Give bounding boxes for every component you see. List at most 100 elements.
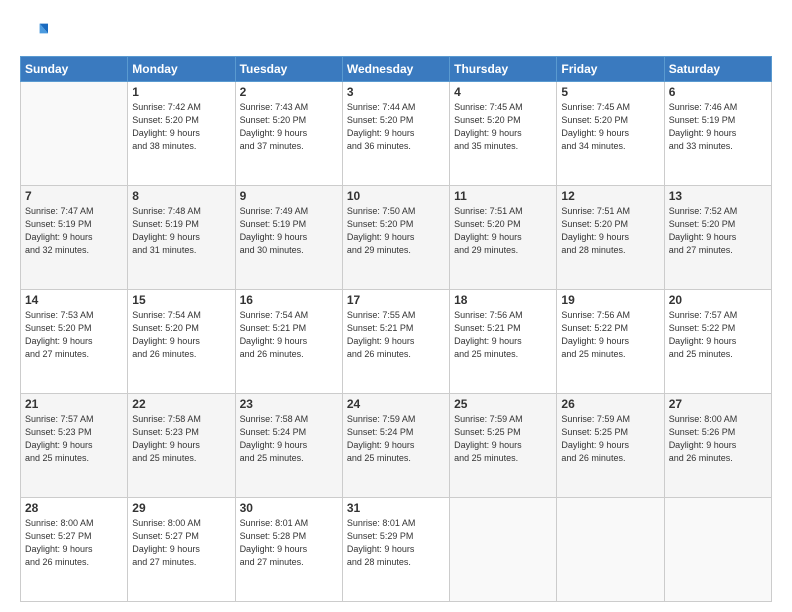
day-info: Sunrise: 7:56 AM Sunset: 5:21 PM Dayligh…	[454, 309, 552, 361]
day-number: 12	[561, 189, 659, 203]
day-info: Sunrise: 7:59 AM Sunset: 5:25 PM Dayligh…	[454, 413, 552, 465]
calendar-cell: 8Sunrise: 7:48 AM Sunset: 5:19 PM Daylig…	[128, 186, 235, 290]
calendar-cell: 23 Sunrise: 7:58 AM Sunset: 5:24 PM Dayli…	[235, 394, 342, 498]
calendar-cell: 15 Sunrise: 7:54 AM Sunset: 5:20 PM Dayli…	[128, 290, 235, 394]
day-info: Sunrise: 7:58 AM Sunset: 5:23 PM Dayligh…	[132, 413, 230, 465]
day-info: Sunrise: 7:56 AM Sunset: 5:22 PM Dayligh…	[561, 309, 659, 361]
calendar-cell: 13Sunrise: 7:52 AM Sunset: 5:20 PM Dayli…	[664, 186, 771, 290]
logo	[20, 18, 52, 46]
calendar-cell: 31 Sunrise: 8:01 AM Sunset: 5:29 PM Dayli…	[342, 498, 449, 602]
calendar-cell: 29 Sunrise: 8:00 AM Sunset: 5:27 PM Dayli…	[128, 498, 235, 602]
day-info: Sunrise: 7:55 AM Sunset: 5:21 PM Dayligh…	[347, 309, 445, 361]
day-number: 25	[454, 397, 552, 411]
day-number: 11	[454, 189, 552, 203]
calendar-cell: 20 Sunrise: 7:57 AM Sunset: 5:22 PM Dayli…	[664, 290, 771, 394]
day-info: Sunrise: 7:54 AM Sunset: 5:21 PM Dayligh…	[240, 309, 338, 361]
day-info: Sunrise: 7:49 AM Sunset: 5:19 PM Dayligh…	[240, 205, 338, 257]
day-number: 4	[454, 85, 552, 99]
calendar-cell: 18Sunrise: 7:56 AM Sunset: 5:21 PM Dayli…	[450, 290, 557, 394]
calendar-cell: 30Sunrise: 8:01 AM Sunset: 5:28 PM Dayli…	[235, 498, 342, 602]
day-info: Sunrise: 7:51 AM Sunset: 5:20 PM Dayligh…	[454, 205, 552, 257]
day-info: Sunrise: 7:45 AM Sunset: 5:20 PM Dayligh…	[454, 101, 552, 153]
page: SundayMondayTuesdayWednesdayThursdayFrid…	[0, 0, 792, 612]
calendar-cell: 17 Sunrise: 7:55 AM Sunset: 5:21 PM Dayli…	[342, 290, 449, 394]
weekday-header-tuesday: Tuesday	[235, 57, 342, 82]
calendar-cell: 25 Sunrise: 7:59 AM Sunset: 5:25 PM Dayli…	[450, 394, 557, 498]
day-number: 15	[132, 293, 230, 307]
calendar-cell: 21 Sunrise: 7:57 AM Sunset: 5:23 PM Dayli…	[21, 394, 128, 498]
day-number: 2	[240, 85, 338, 99]
day-number: 27	[669, 397, 767, 411]
day-number: 30	[240, 501, 338, 515]
calendar-table: SundayMondayTuesdayWednesdayThursdayFrid…	[20, 56, 772, 602]
calendar-cell: 26 Sunrise: 7:59 AM Sunset: 5:25 PM Dayli…	[557, 394, 664, 498]
calendar-cell	[664, 498, 771, 602]
calendar-cell: 12 Sunrise: 7:51 AM Sunset: 5:20 PM Dayli…	[557, 186, 664, 290]
calendar-cell: 5 Sunrise: 7:45 AM Sunset: 5:20 PM Daylig…	[557, 82, 664, 186]
week-row-2: 7Sunrise: 7:47 AM Sunset: 5:19 PM Daylig…	[21, 186, 772, 290]
day-number: 14	[25, 293, 123, 307]
day-number: 16	[240, 293, 338, 307]
day-number: 10	[347, 189, 445, 203]
day-number: 8	[132, 189, 230, 203]
day-number: 1	[132, 85, 230, 99]
weekday-header-friday: Friday	[557, 57, 664, 82]
day-number: 29	[132, 501, 230, 515]
calendar-cell: 14Sunrise: 7:53 AM Sunset: 5:20 PM Dayli…	[21, 290, 128, 394]
calendar-cell: 28 Sunrise: 8:00 AM Sunset: 5:27 PM Dayli…	[21, 498, 128, 602]
calendar-cell: 24Sunrise: 7:59 AM Sunset: 5:24 PM Dayli…	[342, 394, 449, 498]
day-info: Sunrise: 8:01 AM Sunset: 5:29 PM Dayligh…	[347, 517, 445, 569]
calendar-cell: 19 Sunrise: 7:56 AM Sunset: 5:22 PM Dayli…	[557, 290, 664, 394]
calendar-cell: 4 Sunrise: 7:45 AM Sunset: 5:20 PM Daylig…	[450, 82, 557, 186]
day-number: 5	[561, 85, 659, 99]
calendar-cell	[557, 498, 664, 602]
day-info: Sunrise: 7:47 AM Sunset: 5:19 PM Dayligh…	[25, 205, 123, 257]
day-info: Sunrise: 8:00 AM Sunset: 5:27 PM Dayligh…	[132, 517, 230, 569]
weekday-header-sunday: Sunday	[21, 57, 128, 82]
day-info: Sunrise: 7:57 AM Sunset: 5:23 PM Dayligh…	[25, 413, 123, 465]
weekday-header-monday: Monday	[128, 57, 235, 82]
day-info: Sunrise: 7:57 AM Sunset: 5:22 PM Dayligh…	[669, 309, 767, 361]
week-row-1: 1 Sunrise: 7:42 AM Sunset: 5:20 PM Daylig…	[21, 82, 772, 186]
calendar-cell: 10Sunrise: 7:50 AM Sunset: 5:20 PM Dayli…	[342, 186, 449, 290]
weekday-header-wednesday: Wednesday	[342, 57, 449, 82]
day-number: 6	[669, 85, 767, 99]
day-number: 22	[132, 397, 230, 411]
day-number: 23	[240, 397, 338, 411]
week-row-5: 28 Sunrise: 8:00 AM Sunset: 5:27 PM Dayli…	[21, 498, 772, 602]
day-info: Sunrise: 7:59 AM Sunset: 5:25 PM Dayligh…	[561, 413, 659, 465]
day-info: Sunrise: 8:00 AM Sunset: 5:26 PM Dayligh…	[669, 413, 767, 465]
day-number: 9	[240, 189, 338, 203]
calendar-cell: 1 Sunrise: 7:42 AM Sunset: 5:20 PM Daylig…	[128, 82, 235, 186]
day-info: Sunrise: 7:45 AM Sunset: 5:20 PM Dayligh…	[561, 101, 659, 153]
day-number: 17	[347, 293, 445, 307]
calendar-cell: 16 Sunrise: 7:54 AM Sunset: 5:21 PM Dayli…	[235, 290, 342, 394]
day-number: 13	[669, 189, 767, 203]
calendar-cell: 9 Sunrise: 7:49 AM Sunset: 5:19 PM Daylig…	[235, 186, 342, 290]
calendar-cell	[450, 498, 557, 602]
header	[20, 18, 772, 46]
calendar-cell: 11 Sunrise: 7:51 AM Sunset: 5:20 PM Dayli…	[450, 186, 557, 290]
day-number: 24	[347, 397, 445, 411]
calendar-cell: 7Sunrise: 7:47 AM Sunset: 5:19 PM Daylig…	[21, 186, 128, 290]
day-number: 28	[25, 501, 123, 515]
calendar-cell: 27 Sunrise: 8:00 AM Sunset: 5:26 PM Dayli…	[664, 394, 771, 498]
calendar-cell: 3Sunrise: 7:44 AM Sunset: 5:20 PM Daylig…	[342, 82, 449, 186]
day-info: Sunrise: 7:54 AM Sunset: 5:20 PM Dayligh…	[132, 309, 230, 361]
day-info: Sunrise: 7:43 AM Sunset: 5:20 PM Dayligh…	[240, 101, 338, 153]
day-number: 26	[561, 397, 659, 411]
day-number: 21	[25, 397, 123, 411]
day-info: Sunrise: 7:51 AM Sunset: 5:20 PM Dayligh…	[561, 205, 659, 257]
day-number: 20	[669, 293, 767, 307]
day-info: Sunrise: 7:42 AM Sunset: 5:20 PM Dayligh…	[132, 101, 230, 153]
day-number: 19	[561, 293, 659, 307]
calendar-cell: 6 Sunrise: 7:46 AM Sunset: 5:19 PM Daylig…	[664, 82, 771, 186]
day-info: Sunrise: 7:58 AM Sunset: 5:24 PM Dayligh…	[240, 413, 338, 465]
day-info: Sunrise: 7:46 AM Sunset: 5:19 PM Dayligh…	[669, 101, 767, 153]
day-number: 31	[347, 501, 445, 515]
logo-icon	[20, 18, 48, 46]
day-info: Sunrise: 8:00 AM Sunset: 5:27 PM Dayligh…	[25, 517, 123, 569]
calendar-cell: 22 Sunrise: 7:58 AM Sunset: 5:23 PM Dayli…	[128, 394, 235, 498]
weekday-header-saturday: Saturday	[664, 57, 771, 82]
day-number: 3	[347, 85, 445, 99]
